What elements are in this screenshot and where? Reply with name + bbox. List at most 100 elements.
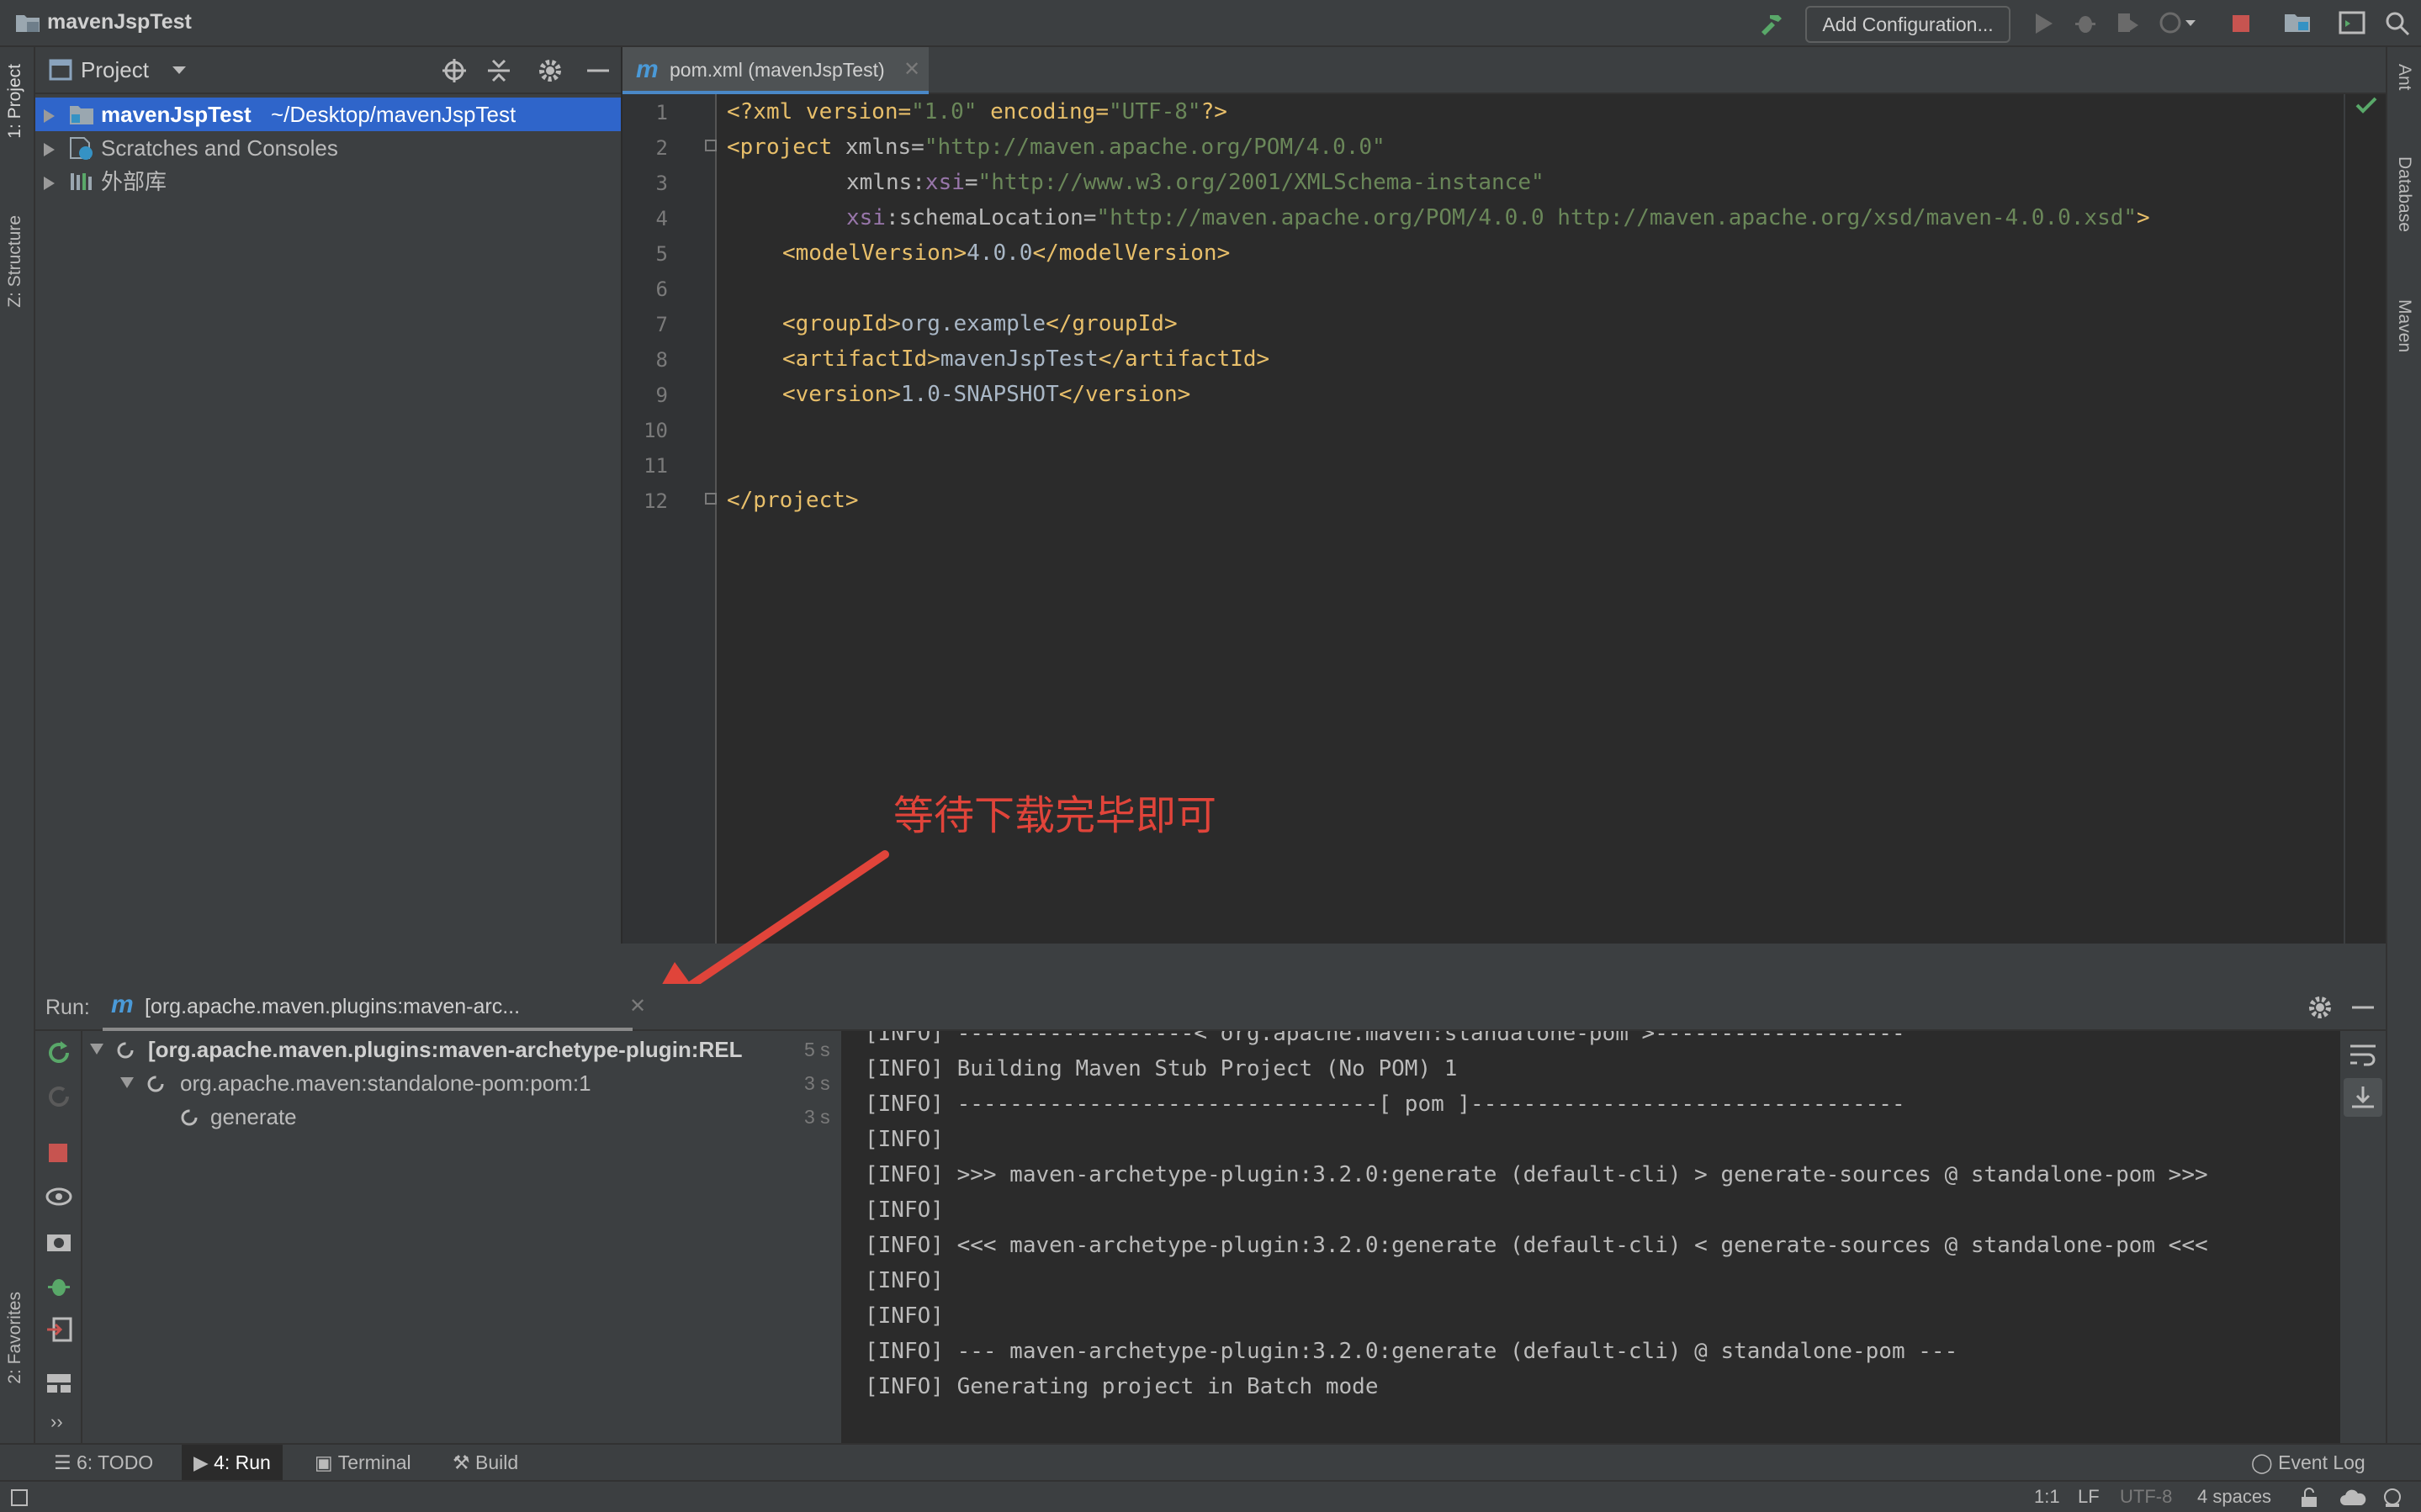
code-line: <project xmlns="http://maven.apache.org/… [727,135,1385,160]
build-hammer-icon[interactable] [1758,10,1785,37]
database-tool-button[interactable]: Database [2394,156,2414,232]
favorites-tool-button[interactable]: 2: Favorites [5,1292,25,1384]
ide-window: mavenJspTest Add Configuration... 1: Pro… [0,0,2421,1512]
gear-icon[interactable] [537,57,564,84]
run-tree-item[interactable]: generate 3 s [82,1100,843,1134]
rerun-icon[interactable] [45,1039,72,1066]
expand-arrow-icon[interactable] [44,143,55,156]
camera-icon[interactable] [45,1229,72,1253]
coverage-icon[interactable] [2115,10,2140,35]
run-icon[interactable] [2032,12,2054,35]
line-number-gutter: 1 2 3 4 5 6 7 8 9 10 11 12 [622,94,717,944]
expand-arrow-icon[interactable] [44,109,55,123]
collapse-all-icon[interactable] [486,57,511,84]
annotation-text: 等待下载完毕即可 [893,794,1217,838]
tree-item-external-libraries[interactable]: 外部库 [35,165,621,198]
tool-window-bar: ☰ 6: TODO ▶ 4: Run ▣ Terminal ⚒ Build ◯ … [0,1443,2421,1480]
code-line: <groupId>org.example</groupId> [782,311,1178,336]
console-line: [INFO] --- maven-archetype-plugin:3.2.0:… [865,1339,1958,1364]
tab-pom-xml[interactable]: m pom.xml (mavenJspTest) ✕ [622,47,929,94]
elapsed-time: 5 s [804,1039,830,1060]
terminal-tool-button[interactable]: ▣ Terminal [315,1445,411,1480]
rerun-failed-icon[interactable] [45,1083,72,1110]
window-layout-icon[interactable] [2339,10,2365,35]
eye-icon[interactable] [45,1186,72,1208]
debug-icon[interactable] [2073,10,2098,35]
window-title: mavenJspTest [47,10,192,34]
module-folder-icon [70,106,93,124]
file-encoding[interactable]: UTF-8 [2120,1482,2172,1512]
console-side-toolbar [2340,1031,2386,1443]
tree-item-project-root[interactable]: mavenJspTest ~/Desktop/mavenJspTest [35,98,621,131]
console-line: [INFO] ------------------< org.apache.ma… [865,1031,1905,1046]
close-icon[interactable]: ✕ [629,994,646,1018]
project-tree: mavenJspTest ~/Desktop/mavenJspTest Scra… [35,94,621,982]
console-output[interactable]: [INFO] ------------------< org.apache.ma… [845,1031,2340,1443]
structure-tool-button[interactable]: Z: Structure [5,215,25,308]
console-line: [INFO] [865,1127,944,1152]
run-tree: [org.apache.maven.plugins:maven-archetyp… [82,1031,843,1443]
fold-icon[interactable] [705,140,717,151]
editor-scrollbar[interactable] [2344,94,2386,944]
chevron-down-icon[interactable] [172,66,187,76]
project-structure-icon[interactable] [2283,10,2312,35]
minimize-icon[interactable] [2350,994,2376,1021]
line-separator[interactable]: LF [2078,1482,2100,1512]
event-log-tool-button[interactable]: ◯ Event Log [2251,1445,2365,1480]
tree-item-label: Scratches and Consoles [101,135,338,161]
exit-icon[interactable] [45,1317,72,1342]
project-tool-button[interactable]: 1: Project [5,64,25,139]
layout-icon[interactable] [45,1372,72,1394]
code-line: xsi:schemaLocation="http://maven.apache.… [846,205,2150,230]
inspector-icon[interactable] [2381,1487,2404,1509]
minimize-icon[interactable] [585,57,611,84]
console-line: [INFO] [865,1197,944,1223]
run-tool-button[interactable]: ▶ 4: Run [182,1445,283,1480]
ant-tool-button[interactable]: Ant [2394,64,2414,91]
tab-label: pom.xml (mavenJspTest) [670,59,885,81]
panel-splitter[interactable] [35,944,2386,984]
code-line: <modelVersion>4.0.0</modelVersion> [782,241,1231,266]
locate-icon[interactable] [441,57,468,84]
build-tool-button[interactable]: ⚒ Build [453,1445,518,1480]
run-label: Run: [45,996,90,1019]
soft-wrap-icon[interactable] [2349,1043,2377,1068]
fold-icon[interactable] [705,493,717,505]
stop-icon[interactable] [47,1142,69,1164]
more-icon[interactable]: ›› [50,1411,63,1433]
search-icon[interactable] [2384,10,2411,37]
console-line: [INFO] --------------------------------[… [865,1092,1905,1117]
caret-position[interactable]: 1:1 [2034,1482,2060,1512]
maven-icon: m [111,991,134,1018]
line-number: 8 [655,348,668,372]
scroll-to-end-icon [2352,1086,2374,1108]
gear-icon[interactable] [2307,994,2334,1021]
line-number: 9 [655,383,668,407]
indent-setting[interactable]: 4 spaces [2197,1482,2271,1512]
toggle-tool-windows-icon[interactable] [10,1488,29,1507]
line-number: 3 [655,172,668,195]
cloud-icon[interactable] [2339,1487,2367,1509]
run-tree-item[interactable]: org.apache.maven:standalone-pom:pom:1 3 … [82,1066,843,1100]
add-configuration-button[interactable]: Add Configuration... [1805,6,2010,43]
run-tree-label: [org.apache.maven.plugins:maven-archetyp… [148,1037,743,1062]
expand-arrow-icon[interactable] [44,177,55,190]
code-line: <artifactId>mavenJspTest</artifactId> [782,346,1270,372]
run-toolbar: ›› [35,1031,82,1443]
scroll-to-end-button[interactable] [2344,1078,2382,1117]
debug-icon[interactable] [45,1273,72,1298]
maven-tool-button[interactable]: Maven [2394,299,2414,352]
profile-dropdown-icon[interactable] [2159,10,2196,35]
tree-item-scratches[interactable]: Scratches and Consoles [35,131,621,165]
stop-icon[interactable] [2231,13,2251,34]
lock-icon[interactable] [2298,1487,2320,1509]
close-icon[interactable]: ✕ [903,57,920,82]
run-tab[interactable]: m [org.apache.maven.plugins:maven-arc...… [103,984,646,1031]
run-tab-label: [org.apache.maven.plugins:maven-arc... [145,995,521,1018]
chevron-down-icon[interactable] [119,1076,135,1090]
project-view-icon [49,59,72,81]
chevron-down-icon[interactable] [89,1043,104,1056]
todo-tool-button[interactable]: ☰ 6: TODO [54,1445,153,1480]
project-panel-title[interactable]: Project [81,57,149,83]
run-tree-item[interactable]: [org.apache.maven.plugins:maven-archetyp… [82,1033,843,1066]
